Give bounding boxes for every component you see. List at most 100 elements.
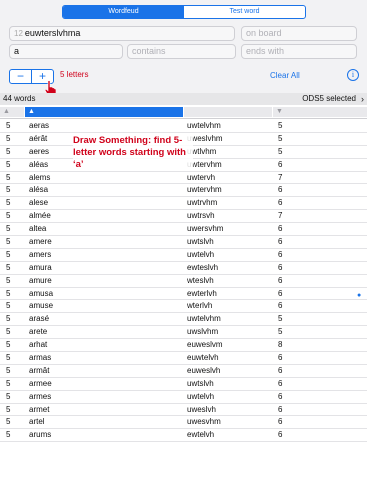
table-row[interactable]: 5 arhat euweslvm 8 — [0, 339, 367, 353]
cell-score: 6 — [278, 159, 283, 169]
table-row[interactable]: 5 amure wteslvh 6 — [0, 275, 367, 288]
cell-word: alems — [29, 172, 51, 182]
cell-word: arhat — [29, 340, 48, 350]
on-board-placeholder: on board — [246, 28, 282, 38]
letters-count: 12 — [14, 29, 23, 38]
table-row[interactable]: 5 alésa uwtervhm 6 — [0, 184, 367, 198]
dictionary-selector[interactable]: ODS5 selected — [302, 93, 356, 105]
cell-score: 6 — [278, 378, 283, 388]
sort-length-column[interactable]: ▲ — [0, 107, 24, 117]
cell-score: 6 — [278, 237, 283, 247]
on-board-input[interactable]: on board — [241, 26, 357, 41]
letters-input[interactable]: 12 euwterslvhma — [9, 26, 235, 41]
cell-remaining-letters: uwtelvh — [187, 249, 215, 259]
table-row[interactable]: 5 armee uwtslvh 6 — [0, 378, 367, 391]
cell-word-length: 5 — [6, 121, 11, 130]
cell-score: 7 — [278, 172, 283, 182]
cell-word: artel — [29, 417, 45, 427]
ends-with-input[interactable]: ends with — [241, 44, 357, 59]
sort-up-icon: ▲ — [3, 108, 10, 115]
cell-score: 8 — [278, 340, 283, 350]
cell-word: armet — [29, 404, 50, 414]
cell-remaining-letters: uwtelvhm — [187, 314, 221, 324]
cell-word-length: 5 — [6, 224, 11, 234]
cell-score: 6 — [278, 417, 283, 427]
cell-word: aeres — [29, 146, 50, 156]
cell-word-length: 5 — [6, 404, 11, 414]
table-row[interactable]: 5 amuse wterlvh 6 — [0, 300, 367, 314]
search-panel: Wordfeud Test word 12 euwterslvhma on boa… — [0, 0, 367, 96]
cell-word-length: 5 — [6, 417, 11, 427]
cell-word: almée — [29, 211, 51, 221]
table-row[interactable]: 5 almée uwtrsvh 7 — [0, 210, 367, 224]
length-label: 5 letters — [60, 70, 89, 79]
table-row[interactable]: 5 amere uwtslvh 6 — [0, 236, 367, 249]
cell-word-length: 5 — [6, 340, 11, 350]
cell-remaining-letters: uwtelvhm — [187, 121, 221, 130]
cell-word: armee — [29, 378, 52, 388]
sort-score-column[interactable]: ▼ — [273, 107, 367, 117]
table-row[interactable]: 5 alese uwtrvhm 6 — [0, 197, 367, 211]
cell-word-length: 5 — [6, 327, 11, 337]
cell-word-length: 5 — [6, 133, 11, 143]
cell-remaining-letters: uwtslvh — [187, 378, 214, 388]
contains-input[interactable]: contains — [127, 44, 236, 59]
table-row[interactable]: 5 armât euweslvh 6 — [0, 365, 367, 378]
table-row[interactable]: 5 arete uwslvhm 5 — [0, 326, 367, 340]
cell-word: amere — [29, 237, 52, 247]
clear-all-button[interactable]: Clear All — [270, 71, 300, 80]
cell-remaining-letters: uweslvh — [187, 404, 216, 414]
cell-remaining-letters: ewtelvh — [187, 430, 215, 440]
cell-remaining-letters: euwtelvh — [187, 353, 219, 363]
cell-word-length: 5 — [6, 378, 11, 388]
table-row[interactable]: 5 amers uwtelvh 6 — [0, 249, 367, 262]
cell-remaining-letters: uwtervhm — [187, 185, 222, 195]
cell-score: 6 — [278, 301, 283, 311]
table-row[interactable]: 5 armet uweslvh 6 — [0, 404, 367, 417]
cell-word: amusa — [29, 288, 54, 298]
table-row[interactable]: 5 alems uwtervh 7 — [0, 172, 367, 185]
table-row[interactable]: 5 amusa ewterlvh 6 — [0, 288, 367, 301]
mode-segmented-control[interactable]: Wordfeud Test word — [62, 5, 306, 19]
sort-letters-column[interactable] — [184, 107, 272, 117]
table-row[interactable]: 5 amura ewteslvh 6 — [0, 262, 367, 275]
cell-word-length: 5 — [6, 185, 11, 195]
sort-down-icon: ▼ — [276, 108, 283, 115]
cell-word-length: 5 — [6, 288, 11, 298]
table-row[interactable]: 5 armas euwtelvh 6 — [0, 352, 367, 365]
table-row[interactable]: 5 arasé uwtelvhm 5 — [0, 313, 367, 327]
cell-remaining-letters: uwtslvh — [187, 237, 214, 247]
tab-test-word[interactable]: Test word — [184, 6, 305, 18]
sort-word-column[interactable]: ▲ — [25, 107, 183, 117]
cell-remaining-letters: ewterlvh — [187, 288, 217, 298]
cell-score: 6 — [278, 249, 283, 259]
cell-word-length: 5 — [6, 211, 11, 221]
cell-score: 6 — [278, 365, 283, 375]
cell-score: 5 — [278, 133, 283, 143]
table-row[interactable]: 5 altea uwersvhm 6 — [0, 223, 367, 237]
tab-wordfeud[interactable]: Wordfeud — [63, 6, 184, 18]
table-row[interactable]: 5 arums ewtelvh 6 — [0, 429, 367, 443]
chevron-right-icon[interactable]: › — [361, 93, 364, 105]
starts-with-input[interactable]: a — [9, 44, 123, 59]
cell-word: aeras — [29, 121, 50, 130]
cell-word: altea — [29, 224, 47, 234]
cell-word-length: 5 — [6, 198, 11, 208]
decrement-button[interactable]: − — [10, 70, 32, 83]
table-row[interactable]: 5 artel uwesvhm 6 — [0, 416, 367, 430]
cell-word: amura — [29, 262, 52, 272]
table-row[interactable]: 5 armes uwtelvh 6 — [0, 391, 367, 404]
cell-remaining-letters: uwtervh — [187, 172, 216, 182]
annotation-callout: Draw Something: find 5-letter words star… — [73, 135, 193, 171]
table-row[interactable]: 5 aeras uwtelvhm 5 — [0, 120, 367, 133]
cell-word: aléas — [29, 159, 49, 169]
info-icon[interactable]: i — [347, 69, 359, 81]
cell-score: 6 — [278, 275, 283, 285]
results-status-bar: 44 words ODS5 selected › — [0, 93, 367, 105]
cell-word: armes — [29, 391, 52, 401]
cell-remaining-letters: wteslvh — [187, 275, 214, 285]
cell-word: amuse — [29, 301, 54, 311]
cell-score: 5 — [278, 314, 283, 324]
cell-word-length: 5 — [6, 353, 11, 363]
cell-score: 6 — [278, 224, 283, 234]
